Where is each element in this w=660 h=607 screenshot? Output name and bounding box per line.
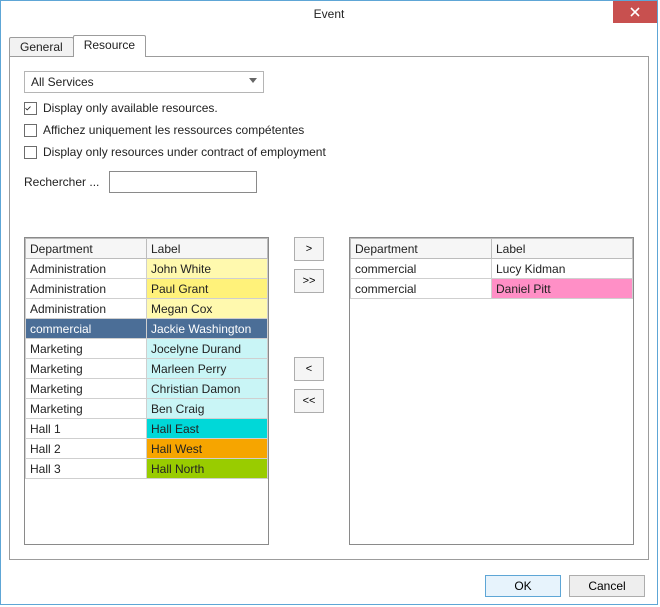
tab-resource[interactable]: Resource	[73, 35, 146, 57]
grid-header-row: Department Label	[351, 239, 633, 259]
checkbox-available-label: Display only available resources.	[43, 101, 218, 115]
checkbox-competent-label: Affichez uniquement les ressources compé…	[43, 123, 304, 137]
table-row[interactable]: Hall 1Hall East	[26, 419, 268, 439]
cell-department: Hall 2	[26, 439, 147, 459]
table-row[interactable]: AdministrationJohn White	[26, 259, 268, 279]
check-icon	[25, 103, 31, 114]
search-label: Rechercher ...	[24, 175, 99, 189]
cell-department: Administration	[26, 279, 147, 299]
event-dialog: Event General Resource All Services Disp…	[0, 0, 658, 605]
selected-resources-grid[interactable]: Department Label commercialLucy Kidmanco…	[349, 237, 634, 545]
cell-department: commercial	[26, 319, 147, 339]
cell-label: Daniel Pitt	[492, 279, 633, 299]
checkbox-contract-label: Display only resources under contract of…	[43, 145, 326, 159]
cell-department: Hall 3	[26, 459, 147, 479]
table-row[interactable]: commercialJackie Washington	[26, 319, 268, 339]
table-row[interactable]: AdministrationMegan Cox	[26, 299, 268, 319]
tab-panel-resource: All Services Display only available reso…	[9, 56, 649, 560]
cell-label: Hall West	[147, 439, 268, 459]
cell-department: Administration	[26, 299, 147, 319]
cell-label: John White	[147, 259, 268, 279]
cell-department: commercial	[351, 259, 492, 279]
checkbox-available[interactable]	[24, 102, 37, 115]
cell-label: Megan Cox	[147, 299, 268, 319]
table-row[interactable]: commercialLucy Kidman	[351, 259, 633, 279]
table-row[interactable]: MarketingMarleen Perry	[26, 359, 268, 379]
dialog-footer: OK Cancel	[1, 568, 657, 604]
service-dropdown[interactable]: All Services	[24, 71, 264, 93]
window-title: Event	[1, 1, 657, 27]
cell-department: Marketing	[26, 359, 147, 379]
move-right-button[interactable]: >	[294, 237, 324, 261]
grid-header-row: Department Label	[26, 239, 268, 259]
checkbox-competent[interactable]	[24, 124, 37, 137]
cell-department: Administration	[26, 259, 147, 279]
checkbox-contract[interactable]	[24, 146, 37, 159]
ok-button[interactable]: OK	[485, 575, 561, 597]
available-resources-grid[interactable]: Department Label AdministrationJohn Whit…	[24, 237, 269, 545]
tab-general[interactable]: General	[9, 37, 74, 57]
table-row[interactable]: AdministrationPaul Grant	[26, 279, 268, 299]
move-all-left-button[interactable]: <<	[294, 389, 324, 413]
col-header-department[interactable]: Department	[26, 239, 147, 259]
cell-label: Hall East	[147, 419, 268, 439]
search-input[interactable]	[109, 171, 257, 193]
cell-label: Lucy Kidman	[492, 259, 633, 279]
table-row[interactable]: MarketingJocelyne Durand	[26, 339, 268, 359]
close-button[interactable]	[613, 1, 657, 23]
content-area: General Resource All Services Display on…	[1, 27, 657, 568]
chevron-down-icon	[249, 78, 257, 83]
table-row[interactable]: commercialDaniel Pitt	[351, 279, 633, 299]
cell-label: Ben Craig	[147, 399, 268, 419]
col-header-label[interactable]: Label	[147, 239, 268, 259]
table-row[interactable]: Hall 2Hall West	[26, 439, 268, 459]
titlebar: Event	[1, 1, 657, 27]
service-dropdown-value: All Services	[31, 75, 94, 89]
move-all-right-button[interactable]: >>	[294, 269, 324, 293]
tabstrip: General Resource	[9, 35, 649, 57]
cell-label: Christian Damon	[147, 379, 268, 399]
cell-label: Hall North	[147, 459, 268, 479]
close-icon	[630, 7, 640, 17]
cell-label: Jackie Washington	[147, 319, 268, 339]
move-left-button[interactable]: <	[294, 357, 324, 381]
cell-label: Paul Grant	[147, 279, 268, 299]
cell-department: Marketing	[26, 339, 147, 359]
cancel-button[interactable]: Cancel	[569, 575, 645, 597]
table-row[interactable]: Hall 3Hall North	[26, 459, 268, 479]
cell-label: Marleen Perry	[147, 359, 268, 379]
col-header-department[interactable]: Department	[351, 239, 492, 259]
cell-label: Jocelyne Durand	[147, 339, 268, 359]
col-header-label[interactable]: Label	[492, 239, 633, 259]
table-row[interactable]: MarketingChristian Damon	[26, 379, 268, 399]
cell-department: Hall 1	[26, 419, 147, 439]
cell-department: commercial	[351, 279, 492, 299]
lists-area: Department Label AdministrationJohn Whit…	[24, 237, 634, 545]
cell-department: Marketing	[26, 399, 147, 419]
table-row[interactable]: MarketingBen Craig	[26, 399, 268, 419]
cell-department: Marketing	[26, 379, 147, 399]
move-buttons-column: > >> < <<	[277, 237, 341, 545]
